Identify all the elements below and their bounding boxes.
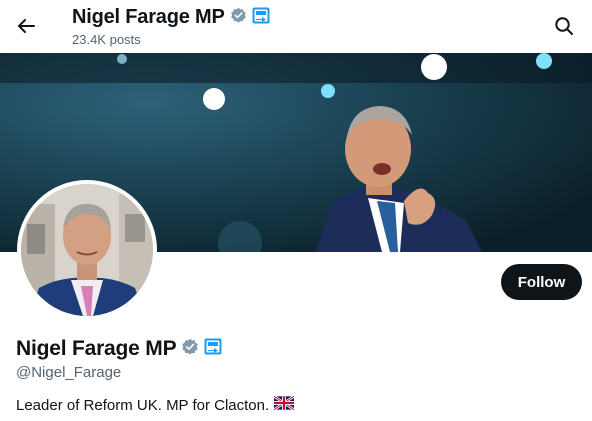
header-name: Nigel Farage MP: [72, 6, 225, 28]
profile-avatar[interactable]: [17, 180, 157, 320]
affiliate-badge-icon[interactable]: [252, 7, 270, 29]
follow-button[interactable]: Follow: [501, 264, 582, 300]
top-bar: Nigel Farage MP 23.4K posts: [0, 0, 592, 53]
profile-name-row: Nigel Farage MP: [16, 337, 222, 361]
bio-text: Leader of Reform UK. MP for Clacton.: [16, 396, 270, 414]
header-title-row: Nigel Farage MP: [72, 6, 270, 29]
profile-name: Nigel Farage MP: [16, 337, 177, 360]
affiliate-badge-icon[interactable]: [204, 338, 222, 360]
back-button[interactable]: [10, 10, 42, 42]
posts-count: 23.4K posts: [72, 32, 141, 47]
profile-handle: @Nigel_Farage: [16, 364, 122, 381]
verified-badge-icon[interactable]: [230, 7, 247, 29]
profile-bio: Leader of Reform UK. MP for Clacton.: [16, 395, 295, 414]
search-button[interactable]: [548, 10, 580, 42]
arrow-left-icon: [18, 19, 35, 33]
verified-badge-icon[interactable]: [181, 338, 199, 361]
uk-flag-icon: [273, 395, 295, 414]
avatar-image: [21, 184, 153, 316]
search-icon: [555, 17, 573, 35]
